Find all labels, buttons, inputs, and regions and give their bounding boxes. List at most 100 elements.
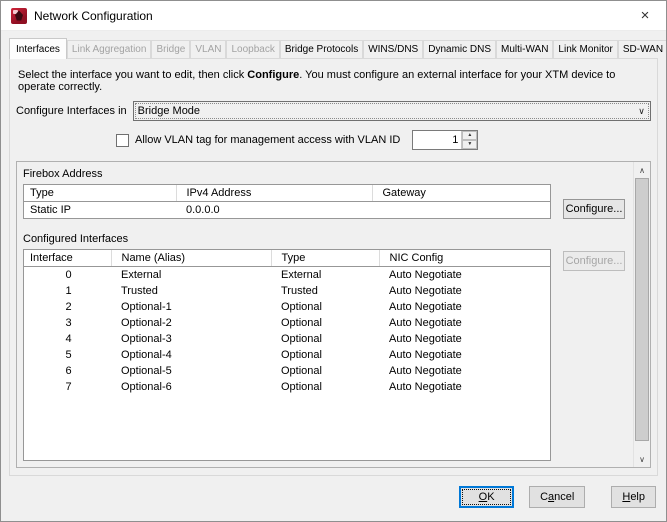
configure-interfaces-in-label: Configure Interfaces in [16,105,127,117]
tab-vlan: VLAN [190,40,227,58]
tab-multi-wan[interactable]: Multi-WAN [496,40,554,58]
table-cell: Optional [281,333,322,345]
firebox-address-table: Type IPv4 Address Gateway Static IP 0.0.0.0 [23,184,551,219]
table-cell: Trusted [281,285,318,297]
table-row[interactable]: 0 External External Auto Negotiate [24,267,550,284]
firebox-configure-column: Configure... [551,184,625,219]
column-header: IPv4 Address [176,185,373,202]
help-button[interactable]: Help [611,485,656,508]
table-cell: Static IP [30,204,71,216]
vlan-tag-row: Allow VLAN tag for management access wit… [116,130,651,150]
tab-link-monitor[interactable]: Link Monitor [553,40,618,58]
tab-bridge-protocols[interactable]: Bridge Protocols [279,40,364,58]
allow-vlan-tag-label: Allow VLAN tag for management access wit… [135,134,401,146]
table-cell: Optional-1 [121,301,172,313]
scroll-up-button[interactable]: ∧ [634,162,650,178]
table-row[interactable]: 2 Optional-1 Optional Auto Negotiate [24,299,550,315]
table-cell: Optional-3 [121,333,172,345]
table-cell: 5 [65,349,72,361]
column-header: Gateway [372,185,550,202]
dialog-footer: OK Cancel Help [1,476,666,521]
table-cell: Auto Negotiate [389,365,462,377]
chevron-down-icon: ∨ [638,105,645,116]
scroll-down-icon: ∨ [639,454,645,464]
column-header: Type [24,185,177,202]
table-cell: Auto Negotiate [389,301,462,313]
table-cell: 0 [65,269,72,281]
instruction-text: Select the interface you want to edit, t… [18,69,616,93]
scrollbar-thumb[interactable] [635,178,649,442]
table-cell: Optional [281,301,322,313]
table-cell: Optional-2 [121,317,172,329]
titlebar: Network Configuration × [1,1,666,31]
spin-up-button[interactable]: ▲ [462,131,478,140]
interface-mode-select[interactable]: Bridge Mode ∨ [132,101,651,121]
configured-interfaces-label: Configured Interfaces [23,233,129,245]
tab-bridge: Bridge [151,40,191,58]
vlan-id-spinner: 1 ▲ ▼ [412,130,479,150]
table-cell: Optional-4 [121,349,172,361]
configured-interfaces-row: Interface Name (Alias) Type NIC Config 0 Ext… [23,249,625,461]
table-cell [372,202,550,219]
cancel-button[interactable]: Cancel [529,485,586,508]
table-cell: 0.0.0.0 [186,204,220,216]
table-cell: External [121,269,162,281]
firebox-table-header: Type IPv4 Address Gateway [24,185,550,202]
tab-sd-wan[interactable]: SD-WAN [617,40,666,58]
table-row[interactable]: 6 Optional-5 Optional Auto Negotiate [24,363,550,379]
table-cell: Optional-6 [121,381,172,393]
table-cell: Optional [281,365,322,377]
scroll-down-button[interactable]: ∨ [634,451,650,467]
table-cell: Trusted [121,285,158,297]
configured-interfaces-table: Interface Name (Alias) Type NIC Config 0 Ext… [23,249,551,461]
table-cell: 6 [65,365,72,377]
table-cell: Auto Negotiate [389,349,462,361]
table-row[interactable]: 5 Optional-4 Optional Auto Negotiate [24,347,550,363]
interfaces-tab-panel: Select the interface you want to edit, t… [9,58,658,476]
table-cell: 3 [65,317,72,329]
table-cell: Auto Negotiate [389,333,462,345]
arrow-up-icon: ▲ [467,132,473,138]
table-cell: Optional-5 [121,365,172,377]
firebox-configure-button[interactable]: Configure... [563,199,625,219]
window-title: Network Configuration [34,8,153,23]
tab-strip: Interfaces Link Aggregation Bridge VLAN Loop… [9,38,666,59]
ok-button[interactable]: OK [459,485,515,508]
scroll-group-content: Firebox Address Type IPv4 Address Gateway … [17,162,633,467]
table-row[interactable]: Static IP 0.0.0.0 [24,202,550,219]
configure-mode-row: Configure Interfaces in Bridge Mode ∨ [16,101,651,121]
network-configuration-dialog: Network Configuration × Interfaces Link A… [0,0,667,522]
column-header: NIC Config [379,250,550,267]
table-row[interactable]: 3 Optional-2 Optional Auto Negotiate [24,315,550,331]
scrollbar-track[interactable] [635,178,649,451]
tab-interfaces[interactable]: Interfaces [9,38,67,59]
allow-vlan-tag-checkbox[interactable] [116,133,129,147]
app-icon [11,7,27,24]
close-icon: × [640,7,650,24]
tab-dynamic-dns[interactable]: Dynamic DNS [423,40,497,58]
tab-wins-dns[interactable]: WINS/DNS [363,40,424,58]
interface-configure-button: Configure... [563,251,625,271]
table-cell: 7 [65,381,72,393]
spin-down-button[interactable]: ▼ [462,140,478,149]
table-cell: Auto Negotiate [389,317,462,329]
vlan-id-field[interactable]: 1 [413,131,461,149]
table-cell: Optional [281,317,322,329]
column-header: Name (Alias) [111,250,272,267]
close-button[interactable]: × [632,4,658,28]
table-row[interactable]: 4 Optional-3 Optional Auto Negotiate [24,331,550,347]
table-cell: 1 [65,285,72,297]
table-row[interactable]: 1 Trusted Trusted Auto Negotiate [24,283,550,299]
table-cell: Auto Negotiate [389,285,462,297]
table-cell: Auto Negotiate [389,381,462,393]
tab-link-aggregation: Link Aggregation [66,40,152,58]
table-row[interactable]: 7 Optional-6 Optional Auto Negotiate [24,379,550,395]
table-cell: Auto Negotiate [389,269,462,281]
interfaces-configure-column: Configure... [551,249,625,271]
table-cell: Optional [281,349,322,361]
interfaces-table-header: Interface Name (Alias) Type NIC Config [24,250,550,267]
firebox-address-row: Type IPv4 Address Gateway Static IP 0.0.0.0… [23,184,625,219]
table-cell: Optional [281,381,322,393]
vertical-scrollbar: ∧ ∨ [633,162,650,467]
table-cell: 2 [65,301,72,313]
